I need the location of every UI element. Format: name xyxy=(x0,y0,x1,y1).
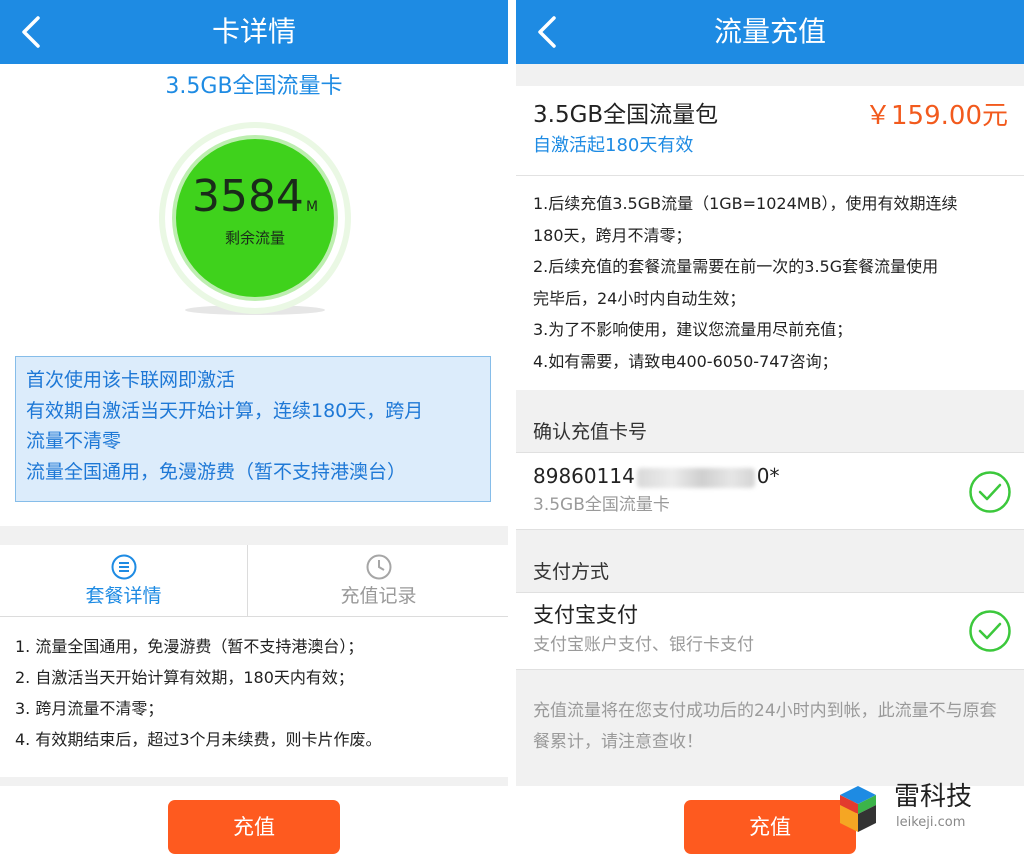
card-section-heading: 确认充值卡号 xyxy=(533,421,648,443)
recharge-footnote: 充值流量将在您支付成功后的24小时内到帐，此流量不与原套餐累计，请注意查收！ xyxy=(533,701,997,752)
payment-detail: 支付宝账户支付、银行卡支付 xyxy=(533,635,754,655)
description-line: 2.后续充值的套餐流量需要在前一次的3.5G套餐流量使用 xyxy=(533,257,939,276)
page-title: 卡详情 xyxy=(211,15,296,48)
payment-section-heading: 支付方式 xyxy=(533,561,610,583)
description-line: 1.后续充值3.5GB流量（1GB=1024MB），使用有效期连续 xyxy=(533,194,958,213)
recharge-button[interactable]: 充值 xyxy=(684,800,856,854)
list-icon xyxy=(111,554,136,580)
divider xyxy=(516,175,1024,176)
description-line: 4.如有需要，请致电400-6050-747咨询； xyxy=(533,351,838,371)
rule-item: 3. 跨月流量不清零； xyxy=(15,699,164,718)
rule-item: 2. 自激活当天开始计算有效期，180天内有效； xyxy=(15,668,354,687)
description-line: 3.为了不影响使用，建议您流量用尽前充值； xyxy=(533,320,853,339)
card-summary: 3.5GB全国流量卡 3584 M 剩余流量 首次使用该卡联网即激活 有效期自激活… xyxy=(0,64,508,526)
tab-label: 充值记录 xyxy=(340,585,417,607)
card-number-suffix: 0* xyxy=(756,464,780,488)
card-type: 3.5GB全国流量卡 xyxy=(533,495,670,515)
watermark-url: leikeji.com xyxy=(896,815,966,830)
notice-line: 首次使用该卡联网即激活 xyxy=(26,369,236,391)
rule-item: 1. 流量全国通用，免漫游费（暂不支持港澳台）； xyxy=(15,637,364,656)
title-bar: 流量充值 xyxy=(516,0,1024,64)
description-line: 完毕后，24小时内自动生效； xyxy=(533,288,746,308)
screenshot-comparison: 卡详情 3.5GB全国流量卡 3584 M 剩余流量 首次使用该卡联网即激活 有效… xyxy=(0,0,1024,863)
card-number: 89860114 0* xyxy=(533,462,780,490)
description-line: 180天，跨月不清零； xyxy=(533,225,692,245)
checkmark-circle-icon[interactable] xyxy=(968,470,1012,514)
card-number-row[interactable]: 89860114 0* 3.5GB全国流量卡 xyxy=(516,452,1024,530)
clock-icon xyxy=(366,554,391,580)
notice-line: 有效期自激活当天开始计算，连续180天，跨月 xyxy=(26,399,424,422)
data-recharge-screen: 流量充值 3.5GB全国流量包 ￥159.00元 自激活起180天有效 1.后续… xyxy=(516,0,1024,863)
card-detail-screen: 卡详情 3.5GB全国流量卡 3584 M 剩余流量 首次使用该卡联网即激活 有效… xyxy=(0,0,508,863)
card-name: 3.5GB全国流量卡 xyxy=(165,74,343,99)
activation-notice: 首次使用该卡联网即激活 有效期自激活当天开始计算，连续180天，跨月 流量不清零… xyxy=(15,356,491,502)
package-info: 3.5GB全国流量包 ￥159.00元 自激活起180天有效 1.后续充值3.5… xyxy=(516,86,1024,390)
payment-method: 支付宝支付 xyxy=(533,603,638,627)
checkmark-circle-icon[interactable] xyxy=(968,609,1012,653)
detail-tabs: 套餐详情 充值记录 xyxy=(0,545,508,617)
package-rules: 1. 流量全国通用，免漫游费（暂不支持港澳台）； 2. 自激活当天开始计算有效期… xyxy=(0,617,508,777)
package-description: 1.后续充值3.5GB流量（1GB=1024MB），使用有效期连续 180天，跨… xyxy=(533,188,1013,377)
watermark-name: 雷科技 xyxy=(894,782,973,812)
notice-line: 流量不清零 xyxy=(26,430,122,452)
tab-label: 套餐详情 xyxy=(85,585,162,607)
card-number-prefix: 89860114 xyxy=(533,464,635,488)
notice-line: 流量全国通用，免漫游费（暂不支持港澳台） xyxy=(26,460,407,483)
remaining-data-value: 3584 M xyxy=(157,172,353,232)
package-validity: 自激活起180天有效 xyxy=(533,135,694,156)
remaining-data-unit: M xyxy=(305,199,319,215)
tab-package-details[interactable]: 套餐详情 xyxy=(0,545,248,616)
leikeji-logo xyxy=(840,786,876,832)
tab-recharge-history[interactable]: 充值记录 xyxy=(249,545,508,616)
package-price: ￥159.00元 xyxy=(865,101,1008,131)
payment-method-row[interactable]: 支付宝支付 支付宝账户支付、银行卡支付 xyxy=(516,592,1024,670)
remaining-data-number: 3584 xyxy=(191,171,304,222)
masked-digits xyxy=(636,467,755,488)
remaining-data-label: 剩余流量 xyxy=(224,229,285,247)
watermark: 雷科技 leikeji.com xyxy=(832,780,1012,836)
package-name: 3.5GB全国流量包 xyxy=(533,102,719,128)
recharge-button[interactable]: 充值 xyxy=(168,800,340,854)
page-title: 流量充值 xyxy=(713,15,826,48)
title-bar: 卡详情 xyxy=(0,0,508,64)
rule-item: 4. 有效期结束后，超过3个月未续费，则卡片作废。 xyxy=(15,730,382,749)
